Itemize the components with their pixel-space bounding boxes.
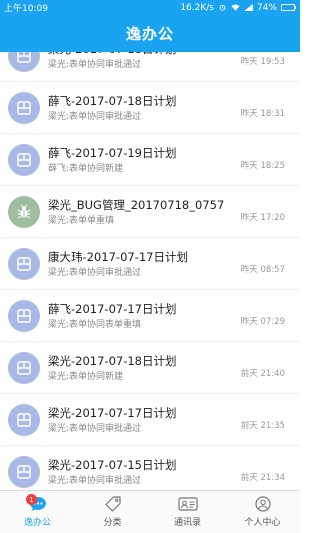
net-speed: 16.2K/s — [180, 2, 214, 13]
person-icon — [254, 496, 271, 512]
tab-profile[interactable]: 个人中心 — [225, 491, 300, 533]
contacts-icon — [177, 497, 198, 511]
item-avatar — [8, 247, 40, 280]
item-time: 昨天 18:31 — [240, 109, 285, 119]
tab-label: 逸办公 — [23, 518, 51, 528]
app-header: 逸办公 — [0, 15, 300, 52]
item-avatar — [8, 403, 40, 436]
list-item[interactable]: 梁光-2017-07-18日计划 梁光:表单协同新建 前天 21:40 — [0, 342, 300, 394]
item-time: 前天 21:35 — [240, 421, 285, 431]
item-avatar — [8, 52, 40, 72]
item-time: 前天 21:40 — [240, 369, 285, 379]
tab-category[interactable]: 分类 — [75, 491, 150, 533]
item-time: 昨天 19:53 — [240, 57, 285, 67]
item-avatar — [8, 91, 40, 124]
item-avatar — [8, 351, 40, 384]
item-time: 昨天 18:25 — [240, 161, 285, 171]
message-list[interactable]: 梁光-2017-07-18日计划 梁光:表单协同审批通过 昨天 19:53 薛飞… — [0, 52, 300, 490]
form-icon — [17, 100, 31, 115]
tab-label: 通讯录 — [173, 518, 201, 528]
list-item[interactable]: 康大玮-2017-07-17日计划 梁光:表单协同审批通过 昨天 08:57 — [0, 238, 300, 290]
item-avatar — [8, 455, 40, 488]
wifi-icon — [231, 4, 240, 11]
form-icon — [17, 152, 31, 167]
form-icon — [17, 52, 31, 63]
tag-icon — [104, 496, 121, 512]
form-icon — [17, 464, 31, 479]
signal-icon — [244, 4, 253, 11]
list-item[interactable]: 薛飞-2017-07-19日计划 薛飞:表单协同新建 昨天 18:25 — [0, 134, 300, 186]
item-avatar — [8, 299, 40, 332]
tab-label: 个人中心 — [244, 518, 281, 528]
list-item[interactable]: 薛飞-2017-07-18日计划 梁光:表单协同审批通过 昨天 18:31 — [0, 82, 300, 134]
item-avatar — [8, 143, 40, 176]
form-icon — [17, 412, 31, 427]
bug-icon — [17, 204, 31, 218]
list-item[interactable]: 梁光-2017-07-17日计划 梁光:表单协同审批通过 前天 21:35 — [0, 394, 300, 446]
alarm-icon — [219, 4, 226, 11]
battery-percent: 74% — [256, 2, 277, 13]
form-icon — [17, 308, 31, 323]
list-item[interactable]: 梁光-2017-07-18日计划 梁光:表单协同审批通过 昨天 19:53 — [0, 52, 300, 82]
bottom-tab-bar: 1 逸办公 分类 通讯录 个人中心 — [0, 490, 300, 533]
item-avatar — [8, 195, 40, 228]
status-time: 上午10:09 — [4, 4, 48, 14]
form-icon — [17, 256, 31, 271]
list-item[interactable]: 薛飞-2017-07-17日计划 梁光:表单协同表单重填 昨天 07:29 — [0, 290, 300, 342]
form-icon — [17, 360, 31, 375]
battery-icon — [281, 4, 296, 11]
tab-contacts[interactable]: 通讯录 — [150, 491, 225, 533]
list-item[interactable]: 梁光_BUG管理_20170718_0757 梁光:表单单重填 昨天 17:20 — [0, 186, 300, 238]
status-right: 16.2K/s 74% — [180, 3, 296, 13]
list-item[interactable]: 梁光-2017-07-15日计划 梁光:表单协同审批通过 前天 21:34 — [0, 446, 300, 490]
item-time: 前天 21:34 — [240, 473, 285, 483]
status-bar: 上午10:09 16.2K/s 74% — [0, 0, 300, 15]
item-time: 昨天 07:29 — [240, 317, 285, 327]
item-time: 昨天 08:57 — [240, 265, 285, 275]
unread-badge: 1 — [26, 494, 37, 505]
item-time: 昨天 17:20 — [240, 213, 285, 223]
message-list-content: 梁光-2017-07-18日计划 梁光:表单协同审批通过 昨天 19:53 薛飞… — [0, 52, 300, 490]
page-title: 逸办公 — [125, 25, 174, 43]
tab-label: 分类 — [103, 518, 122, 528]
tab-office[interactable]: 1 逸办公 — [0, 491, 75, 533]
